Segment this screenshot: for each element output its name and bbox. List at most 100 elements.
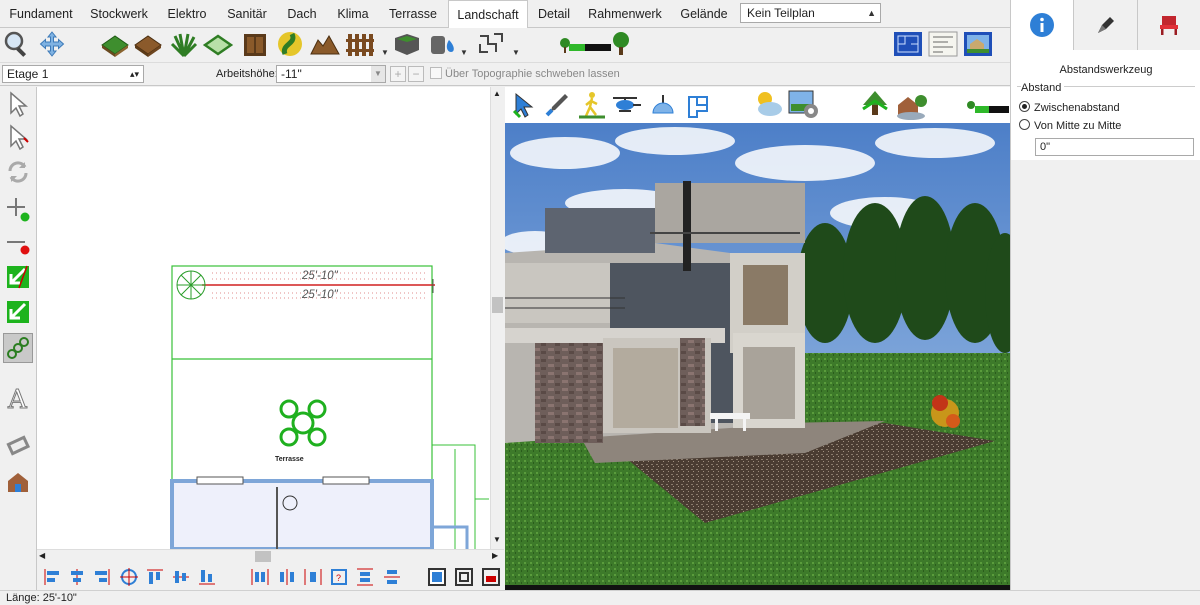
floor-select[interactable]: Etage 1 ▴▾ — [2, 65, 144, 83]
landscape-toolbar: ▼ ▼ ▼ — [0, 28, 1010, 62]
tab-furniture[interactable] — [1137, 0, 1200, 50]
abstand-value-field[interactable]: 0" — [1035, 138, 1194, 156]
scroll-thumb[interactable] — [492, 297, 503, 313]
plan-horizontal-scrollbar[interactable]: ◀ ▶ — [37, 549, 504, 563]
house-landscape-icon[interactable] — [895, 89, 929, 121]
path-icon — [278, 32, 302, 56]
chevron-left-icon[interactable]: ◀ — [39, 551, 45, 560]
plant-size-3d-slider-icon[interactable] — [965, 95, 1010, 119]
3d-view[interactable] — [505, 123, 1010, 590]
increment-button[interactable]: + — [390, 66, 406, 82]
align-right-icon[interactable] — [92, 567, 112, 587]
sprinkler-path-tool[interactable] — [476, 28, 506, 60]
camera-path-tool[interactable] — [3, 430, 33, 460]
view-elevation-button[interactable] — [928, 28, 958, 60]
spacing-tool[interactable] — [3, 333, 33, 363]
space-v-icon[interactable] — [382, 567, 402, 587]
tab-rahmenwerk[interactable]: Rahmenwerk — [580, 0, 670, 28]
scroll-thumb[interactable] — [255, 551, 271, 562]
view-3d-button[interactable] — [963, 28, 993, 60]
plant-size-slider[interactable] — [555, 28, 635, 60]
plant-size-slider-icon — [560, 32, 629, 55]
chevron-down-icon[interactable]: ▼ — [371, 66, 385, 82]
join-line-tool[interactable] — [3, 297, 33, 327]
space-h-icon[interactable] — [277, 567, 297, 587]
nested-frame-icon[interactable] — [454, 567, 474, 587]
break-line-tool[interactable] — [3, 262, 33, 292]
align-center-h-icon[interactable] — [67, 567, 87, 587]
helicopter-icon[interactable] — [611, 91, 643, 119]
chevron-down-icon[interactable]: ▼ — [381, 48, 389, 57]
chevron-down-icon[interactable]: ▼ — [493, 535, 501, 544]
tab-pen[interactable] — [1074, 0, 1137, 50]
tab-klima[interactable]: Klima — [328, 0, 378, 28]
bed-outline-tool[interactable] — [203, 28, 233, 60]
floor-plan-icon — [894, 32, 922, 56]
tab-detail[interactable]: Detail — [528, 0, 580, 28]
tree-symbol — [279, 399, 327, 447]
distribute-v-icon[interactable] — [355, 567, 375, 587]
chevron-up-icon[interactable]: ▲ — [493, 89, 501, 98]
align-top-icon[interactable] — [145, 567, 165, 587]
tab-sanitaer[interactable]: Sanitär — [218, 0, 276, 28]
grass-area-tool[interactable] — [100, 28, 130, 60]
plant-tool[interactable] — [169, 28, 199, 60]
tab-dach[interactable]: Dach — [276, 0, 328, 28]
chevron-down-icon[interactable]: ▼ — [512, 48, 520, 57]
tab-gelaende[interactable]: Gelände — [670, 0, 738, 28]
align-centers-icon[interactable] — [119, 567, 139, 587]
frame-icon[interactable] — [427, 567, 447, 587]
select-edit-icon — [10, 124, 29, 150]
fit-frame-icon[interactable] — [481, 567, 501, 587]
weather-icon[interactable] — [751, 89, 785, 121]
tab-elektro[interactable]: Elektro — [156, 0, 218, 28]
tab-info[interactable] — [1011, 0, 1074, 50]
float-checkbox[interactable] — [430, 67, 442, 79]
pan-tool[interactable] — [37, 28, 67, 60]
add-point-tool[interactable] — [3, 194, 33, 224]
soil-area-tool[interactable] — [133, 28, 163, 60]
teilplan-select[interactable]: Kein Teilplan ▲ — [740, 3, 881, 23]
tab-stockwerk[interactable]: Stockwerk — [82, 0, 156, 28]
planter-tool[interactable] — [392, 28, 422, 60]
rotate-tool[interactable] — [3, 157, 33, 187]
tab-terrasse[interactable]: Terrasse — [378, 0, 448, 28]
select-edit-tool[interactable] — [3, 122, 33, 152]
select-3d-icon[interactable] — [511, 91, 539, 119]
water-tank-tool[interactable] — [427, 28, 457, 60]
fence-tool[interactable] — [345, 28, 375, 60]
view-plan-button[interactable] — [893, 28, 923, 60]
floor-outline-icon[interactable] — [685, 91, 713, 119]
house-view-tool[interactable] — [3, 467, 33, 497]
walk-icon[interactable] — [577, 91, 607, 119]
3d-scene — [505, 123, 1010, 590]
distribute-h-icon[interactable] — [250, 567, 270, 587]
gate-tool[interactable] — [240, 28, 270, 60]
align-bottom-icon[interactable] — [197, 567, 217, 587]
terrain-hill-tool[interactable] — [310, 28, 340, 60]
center-between-icon[interactable] — [303, 567, 323, 587]
decrement-button[interactable]: − — [408, 66, 424, 82]
plan-vertical-scrollbar[interactable]: ▲ ▼ — [490, 87, 504, 549]
zoom-tool[interactable] — [2, 28, 32, 60]
select-tool[interactable] — [3, 89, 33, 119]
option-zwischenabstand[interactable]: Zwischenabstand — [1019, 101, 1120, 114]
text-tool[interactable]: A — [3, 383, 33, 413]
option-mitte-zu-mitte[interactable]: Von Mitte zu Mitte — [1019, 119, 1121, 132]
plan-view[interactable]: 25'-10" 25'-10" Terrasse — [37, 87, 490, 549]
sprinkler-view-icon[interactable] — [649, 91, 677, 119]
height-input[interactable]: -11" ▼ — [276, 65, 386, 83]
size-equal-icon[interactable]: ? — [329, 567, 349, 587]
eyedropper-icon[interactable] — [543, 91, 571, 119]
plant-chooser-icon[interactable] — [859, 89, 891, 121]
tab-fundament[interactable]: Fundament — [0, 0, 82, 28]
tab-landschaft[interactable]: Landschaft — [448, 0, 528, 29]
chevron-right-icon[interactable]: ▶ — [492, 551, 498, 560]
chevron-down-icon[interactable]: ▼ — [460, 48, 468, 57]
align-middle-v-icon[interactable] — [171, 567, 191, 587]
plan-canvas — [170, 265, 489, 549]
path-tool[interactable] — [275, 28, 305, 60]
align-left-icon[interactable] — [42, 567, 62, 587]
remove-point-tool[interactable] — [3, 227, 33, 257]
render-settings-icon[interactable] — [787, 89, 821, 121]
